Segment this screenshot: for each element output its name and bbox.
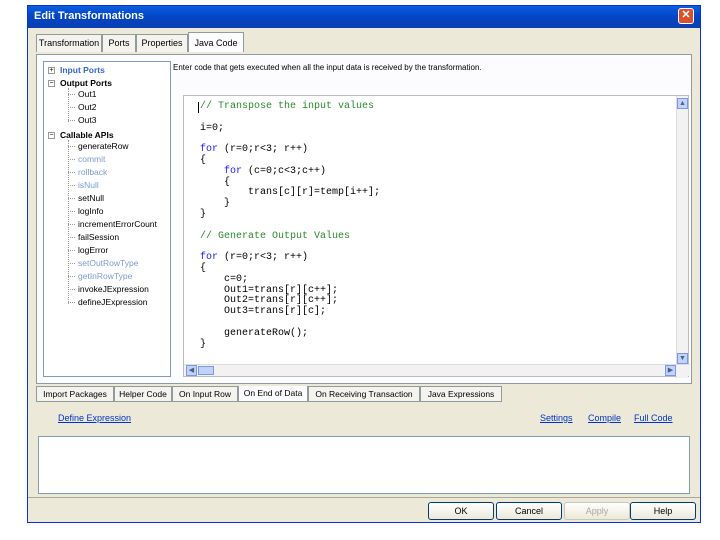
expand-icon[interactable]: + [48, 67, 55, 74]
tab-on-receiving-transaction[interactable]: On Receiving Transaction [308, 386, 420, 402]
scroll-up-icon[interactable]: ▲ [677, 98, 688, 109]
tab-properties[interactable]: Properties [136, 34, 188, 52]
tree-api-setnull[interactable]: setNull [78, 193, 104, 203]
tab-on-end-of-data[interactable]: On End of Data [238, 386, 308, 402]
tree-api-isnull[interactable]: isNull [78, 180, 99, 190]
full-code-link[interactable]: Full Code [634, 413, 673, 423]
horizontal-scrollbar[interactable]: ◀ ▶ [184, 364, 690, 376]
code-line: } [200, 208, 207, 220]
cancel-button[interactable]: Cancel [496, 502, 562, 520]
tree-item-out2[interactable]: Out2 [78, 102, 96, 112]
close-button[interactable]: ✕ [678, 8, 694, 24]
tab-on-input-row[interactable]: On Input Row [172, 386, 238, 402]
tree-api-failsession[interactable]: failSession [78, 232, 119, 242]
tab-java-code[interactable]: Java Code [188, 32, 244, 52]
scroll-right-icon[interactable]: ▶ [665, 365, 676, 376]
settings-link[interactable]: Settings [540, 413, 573, 423]
code-editor[interactable]: // Transpose the input values i=0; for (r=… [183, 95, 690, 378]
close-icon: ✕ [681, 9, 691, 21]
code-line: for (r=0;r<3; r++) [200, 252, 309, 264]
tree-api-generaterow[interactable]: generateRow [78, 141, 129, 151]
collapse-icon[interactable]: − [48, 132, 55, 139]
tree-api-rollback[interactable]: rollback [78, 167, 107, 177]
code-line: for (c=0;c<3;c++) [224, 165, 327, 177]
scroll-thumb[interactable] [198, 366, 214, 375]
output-window[interactable] [38, 436, 690, 494]
code-line: } [200, 198, 231, 210]
tab-ports[interactable]: Ports [102, 34, 136, 52]
code-line: Out3=trans[r][c]; [200, 306, 327, 318]
code-line: // Transpose the input values [200, 101, 375, 112]
code-line: c=0; [200, 273, 249, 285]
tab-helper-code[interactable]: Helper Code [114, 386, 172, 402]
code-line: generateRow(); [200, 327, 309, 339]
define-expression-link[interactable]: Define Expression [58, 413, 131, 423]
tree-output-ports[interactable]: Output Ports [60, 78, 112, 88]
collapse-icon[interactable]: − [48, 80, 55, 87]
code-line: i=0; [200, 122, 225, 134]
tree-callable-apis[interactable]: Callable APIs [60, 130, 114, 140]
edit-transformations-dialog: Edit Transformations ✕ Transformation Po… [27, 5, 701, 523]
code-line: // Generate Output Values [200, 230, 351, 242]
help-button[interactable]: Help [630, 502, 696, 520]
tree-input-ports[interactable]: Input Ports [60, 65, 105, 75]
tree-api-getinrowtype[interactable]: getInRowType [78, 271, 132, 281]
instruction-text: Enter code that gets executed when all t… [173, 63, 482, 72]
code-line: for (r=0;r<3; r++) [200, 144, 309, 156]
tree-item-out3[interactable]: Out3 [78, 115, 96, 125]
tree-api-setoutrowtype[interactable]: setOutRowType [78, 258, 138, 268]
tree-api-invokejexpression[interactable]: invokeJExpression [78, 284, 149, 294]
tree-api-logerror[interactable]: logError [78, 245, 108, 255]
title-bar: Edit Transformations ✕ [28, 6, 700, 28]
tab-java-expressions[interactable]: Java Expressions [420, 386, 502, 402]
tree-item-out1[interactable]: Out1 [78, 89, 96, 99]
code-text[interactable]: // Transpose the input values i=0; for (r=… [200, 102, 380, 350]
tab-transformation[interactable]: Transformation [36, 34, 102, 52]
api-tree: + Input Ports − Output Ports Out1 Out2 O… [43, 61, 171, 377]
scroll-down-icon[interactable]: ▼ [677, 353, 688, 364]
ok-button[interactable]: OK [428, 502, 494, 520]
tree-api-loginfo[interactable]: logInfo [78, 206, 104, 216]
tree-api-definejexpression[interactable]: defineJExpression [78, 297, 147, 307]
tree-api-incrementerrorcount[interactable]: incrementErrorCount [78, 219, 157, 229]
vertical-scrollbar[interactable]: ▲ ▼ [676, 96, 688, 378]
divider [28, 497, 700, 498]
window-title: Edit Transformations [34, 10, 145, 22]
code-line: } [200, 338, 207, 350]
java-code-panel: + Input Ports − Output Ports Out1 Out2 O… [36, 54, 692, 384]
scroll-left-icon[interactable]: ◀ [186, 365, 197, 376]
apply-button[interactable]: Apply [564, 502, 630, 520]
tab-import-packages[interactable]: Import Packages [36, 386, 114, 402]
text-caret [198, 102, 199, 113]
tree-api-commit[interactable]: commit [78, 154, 105, 164]
compile-link[interactable]: Compile [588, 413, 621, 423]
